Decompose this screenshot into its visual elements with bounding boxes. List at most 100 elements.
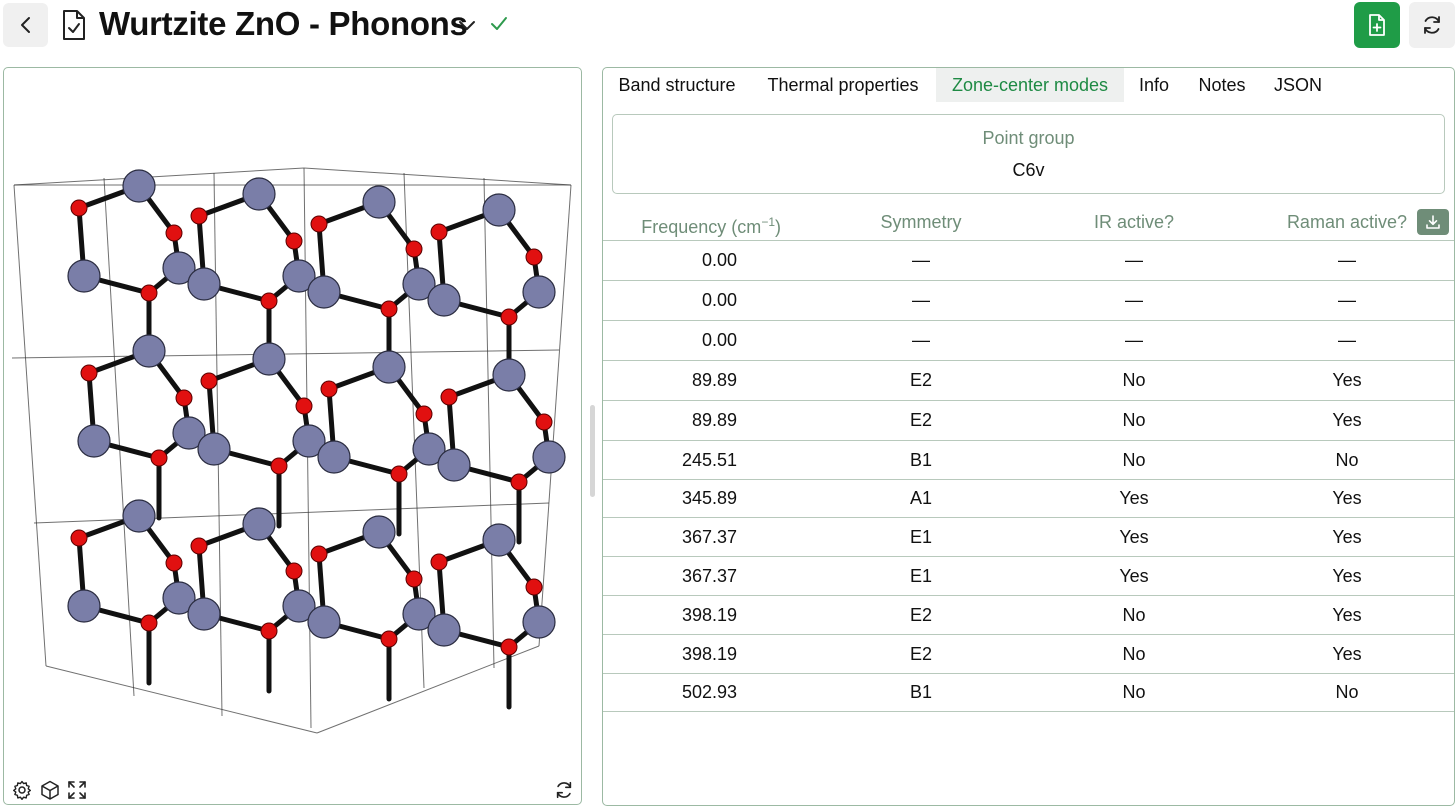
tab-info[interactable]: Info bbox=[1124, 68, 1184, 102]
cell-frequency: 398.19 bbox=[681, 605, 737, 625]
results-panel: Band structure Thermal properties Zone-c… bbox=[602, 67, 1455, 806]
unit-cell-edge bbox=[11, 349, 560, 359]
zinc-atom bbox=[492, 358, 526, 392]
oxygen-atom bbox=[430, 553, 448, 571]
table-row: 0.00— — — bbox=[603, 320, 1454, 360]
zinc-atom bbox=[187, 597, 221, 631]
table-row: 89.89 E2 No Yes bbox=[603, 400, 1454, 440]
oxygen-atom bbox=[500, 308, 518, 326]
cell-frequency: 0.00 bbox=[701, 250, 737, 270]
oxygen-atom bbox=[295, 397, 313, 415]
oxygen-atom bbox=[430, 223, 448, 241]
zinc-atom bbox=[532, 440, 566, 474]
modes-table-body: 0.00— — —0.00— — —0.00— — —89.89 E2 No Yes 89.89 E2… bbox=[603, 240, 1454, 712]
oxygen-atom bbox=[500, 638, 518, 656]
table-row: 367.37 E1 Yes Yes bbox=[603, 556, 1454, 595]
zinc-atom bbox=[522, 275, 556, 309]
tab-bar: Band structure Thermal properties Zone-c… bbox=[603, 68, 1454, 102]
oxygen-atom bbox=[390, 465, 408, 483]
oxygen-atom bbox=[285, 562, 303, 580]
zinc-atom bbox=[252, 342, 286, 376]
zinc-atom bbox=[372, 350, 406, 384]
cell-frequency: 0.00 bbox=[701, 330, 737, 350]
oxygen-atom bbox=[70, 529, 88, 547]
oxygen-atom bbox=[140, 614, 158, 632]
table-row: 502.93 B1 No No bbox=[603, 673, 1454, 711]
oxygen-atom bbox=[175, 389, 193, 407]
oxygen-atom bbox=[200, 372, 218, 390]
new-document-button[interactable] bbox=[1354, 2, 1400, 48]
zinc-atom bbox=[317, 440, 351, 474]
tab-thermal-properties[interactable]: Thermal properties bbox=[751, 68, 935, 102]
cell-frequency: 345.89 bbox=[681, 488, 737, 508]
cell-frequency: 398.19 bbox=[681, 644, 737, 664]
unit-cell-edge bbox=[33, 502, 550, 524]
zinc-atom bbox=[427, 283, 461, 317]
oxygen-atom bbox=[150, 449, 168, 467]
header-raman-active: Raman active? bbox=[1286, 212, 1407, 232]
oxygen-atom bbox=[190, 537, 208, 555]
cube-icon[interactable] bbox=[40, 780, 60, 800]
zinc-atom bbox=[362, 515, 396, 549]
cell-frequency: 367.37 bbox=[681, 566, 737, 586]
zinc-atom bbox=[187, 267, 221, 301]
crystal-structure-canvas[interactable] bbox=[4, 68, 581, 804]
oxygen-atom bbox=[190, 207, 208, 225]
download-icon bbox=[1426, 215, 1440, 229]
resize-handle[interactable] bbox=[590, 405, 595, 497]
oxygen-atom bbox=[320, 380, 338, 398]
oxygen-atom bbox=[405, 570, 423, 588]
document-plus-icon bbox=[1369, 14, 1385, 36]
zinc-atom bbox=[427, 613, 461, 647]
fullscreen-icon[interactable] bbox=[67, 780, 87, 800]
tab-zone-center-modes[interactable]: Zone-center modes bbox=[936, 68, 1124, 102]
unit-cell-edge bbox=[45, 665, 318, 734]
reset-view-icon[interactable] bbox=[554, 780, 574, 800]
zinc-atom bbox=[242, 507, 276, 541]
oxygen-atom bbox=[405, 240, 423, 258]
unit-cell-edge bbox=[316, 645, 540, 734]
point-group-value: C6v bbox=[1012, 160, 1045, 180]
zinc-atom bbox=[197, 432, 231, 466]
table-end-rule bbox=[603, 711, 1454, 712]
oxygen-atom bbox=[525, 578, 543, 596]
zinc-atom bbox=[307, 605, 341, 639]
chevron-left-icon bbox=[20, 17, 30, 33]
table-row: 398.19 E2 No Yes bbox=[603, 595, 1454, 634]
page-title: Wurtzite ZnO - Phonons bbox=[99, 5, 468, 42]
oxygen-atom bbox=[415, 405, 433, 423]
oxygen-atom bbox=[310, 215, 328, 233]
unit-cell-edge bbox=[483, 177, 495, 669]
zinc-atom bbox=[437, 448, 471, 482]
chevron-down-icon[interactable] bbox=[458, 18, 476, 32]
unit-cell-edge bbox=[303, 167, 572, 186]
tab-json[interactable]: JSON bbox=[1259, 68, 1337, 102]
download-button[interactable] bbox=[1417, 209, 1449, 235]
structure-viewer[interactable] bbox=[3, 67, 582, 805]
oxygen-atom bbox=[525, 248, 543, 266]
cell-frequency: 367.37 bbox=[681, 527, 737, 547]
zinc-atom bbox=[482, 523, 516, 557]
oxygen-atom bbox=[165, 554, 183, 572]
cell-frequency: 245.51 bbox=[681, 450, 737, 470]
oxygen-atom bbox=[270, 457, 288, 475]
table-row: 0.00— — — bbox=[603, 280, 1454, 320]
refresh-button[interactable] bbox=[1409, 2, 1455, 48]
point-group-label: Point group bbox=[982, 128, 1075, 148]
oxygen-atom bbox=[80, 364, 98, 382]
zinc-atom bbox=[362, 185, 396, 219]
tab-band-structure[interactable]: Band structure bbox=[603, 68, 751, 102]
oxygen-atom bbox=[70, 199, 88, 217]
oxygen-atom bbox=[440, 388, 458, 406]
back-button[interactable] bbox=[3, 3, 48, 47]
oxygen-atom bbox=[535, 413, 553, 431]
settings-icon[interactable] bbox=[12, 780, 32, 800]
oxygen-atom bbox=[310, 545, 328, 563]
zinc-atom bbox=[522, 605, 556, 639]
zinc-atom bbox=[122, 499, 156, 533]
document-check-icon bbox=[63, 10, 85, 40]
table-row: 345.89 A1 Yes Yes bbox=[603, 479, 1454, 517]
oxygen-atom bbox=[380, 300, 398, 318]
cell-frequency: 89.89 bbox=[691, 410, 737, 430]
tab-notes[interactable]: Notes bbox=[1185, 68, 1259, 102]
